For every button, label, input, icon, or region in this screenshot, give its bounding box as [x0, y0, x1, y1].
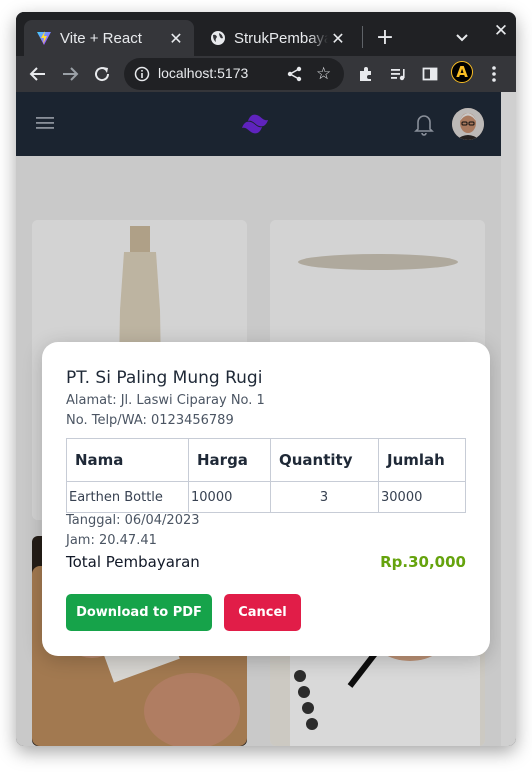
- receipt-time: Jam: 20.47.41: [66, 533, 157, 548]
- company-address: Alamat: Jl. Laswi Ciparay No. 1: [66, 393, 265, 408]
- browser-window: Vite + React ✕ StrukPembayaran ✕ + ✕: [16, 12, 516, 746]
- new-tab-icon[interactable]: +: [372, 24, 398, 50]
- table-row: Earthen Bottle 10000 3 30000: [66, 481, 466, 513]
- side-panel-icon[interactable]: [418, 62, 442, 86]
- site-info-icon[interactable]: [134, 66, 150, 82]
- chevron-down-icon[interactable]: [450, 26, 474, 50]
- page-scrollbar[interactable]: [501, 92, 516, 746]
- tab-separator: [362, 26, 363, 48]
- cell-nama: Earthen Bottle: [66, 481, 189, 513]
- window-close-icon[interactable]: ✕: [490, 20, 512, 42]
- table-header-row: Nama Harga Quantity Jumlah: [66, 438, 466, 482]
- close-tab-icon[interactable]: ✕: [166, 28, 186, 48]
- receipt-modal: PT. Si Paling Mung Rugi Alamat: Jl. Lasw…: [42, 342, 490, 656]
- total-value: Rp.30,000: [380, 553, 466, 571]
- globe-icon: [210, 30, 226, 46]
- url-text[interactable]: localhost:5173: [158, 65, 248, 81]
- header-harga: Harga: [188, 438, 271, 482]
- header-nama: Nama: [66, 438, 189, 482]
- back-icon[interactable]: [26, 62, 50, 86]
- reload-icon[interactable]: [90, 62, 114, 86]
- bookmark-star-icon[interactable]: ☆: [316, 64, 336, 84]
- tab-title: Vite + React: [60, 29, 142, 47]
- browser-toolbar: localhost:5173 ☆ A: [16, 56, 516, 92]
- more-menu-icon[interactable]: [482, 62, 506, 86]
- extensions-icon[interactable]: [354, 62, 378, 86]
- forward-icon[interactable]: [58, 62, 82, 86]
- cell-quantity: 3: [270, 481, 379, 513]
- profile-avatar-icon[interactable]: A: [451, 61, 473, 83]
- vite-icon: [36, 30, 52, 46]
- header-jumlah: Jumlah: [378, 438, 466, 482]
- receipt-date: Tanggal: 06/04/2023: [66, 513, 200, 528]
- header-quantity: Quantity: [270, 438, 379, 482]
- cancel-button[interactable]: Cancel: [224, 594, 301, 631]
- tab-title: StrukPembayaran: [234, 29, 328, 47]
- company-phone: No. Telp/WA: 0123456789: [66, 413, 234, 428]
- media-queue-icon[interactable]: [386, 62, 410, 86]
- tab-strip: Vite + React ✕ StrukPembayaran ✕ + ✕: [16, 12, 516, 56]
- receipt-table: Nama Harga Quantity Jumlah Earthen Bottl…: [66, 438, 466, 513]
- company-name: PT. Si Paling Mung Rugi: [66, 368, 263, 388]
- page-viewport: PT. Si Paling Mung Rugi Alamat: Jl. Lasw…: [16, 92, 501, 746]
- download-pdf-button[interactable]: Download to PDF: [66, 594, 212, 631]
- close-tab-icon[interactable]: ✕: [328, 28, 348, 48]
- tab-vite-react[interactable]: Vite + React ✕: [24, 20, 194, 56]
- cell-jumlah: 30000: [378, 481, 466, 513]
- address-bar[interactable]: localhost:5173 ☆: [124, 58, 344, 90]
- share-icon[interactable]: [286, 65, 304, 83]
- cell-harga: 10000: [188, 481, 271, 513]
- tab-strukpembayaran[interactable]: StrukPembayaran ✕: [198, 20, 356, 56]
- total-label: Total Pembayaran: [66, 553, 200, 571]
